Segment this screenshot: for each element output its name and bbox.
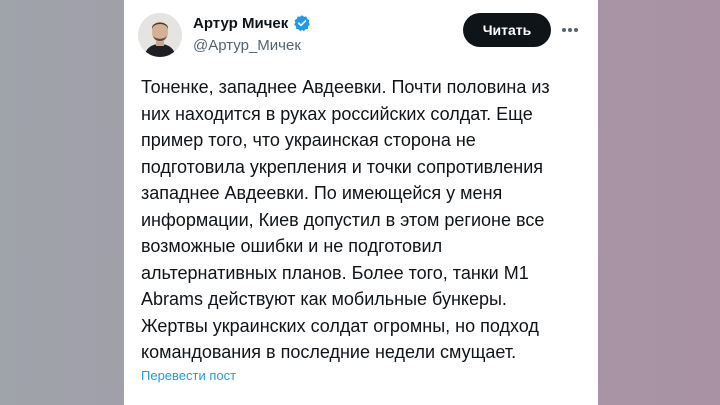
author-handle[interactable]: @Артур_Мичек bbox=[193, 37, 301, 54]
avatar-portrait-icon bbox=[138, 13, 182, 57]
tweet-text: Тоненке, западнее Авдеевки. Почти полови… bbox=[141, 77, 550, 362]
more-options-button[interactable] bbox=[560, 22, 580, 38]
author-name[interactable]: Артур Мичек bbox=[193, 15, 288, 32]
verified-badge-icon bbox=[294, 15, 311, 32]
more-horizontal-icon bbox=[562, 28, 578, 32]
follow-button[interactable]: Читать bbox=[463, 13, 551, 47]
avatar[interactable] bbox=[138, 13, 182, 57]
author-name-row: Артур Мичек bbox=[193, 13, 311, 33]
translate-post-link[interactable]: Перевести пост bbox=[141, 368, 236, 383]
